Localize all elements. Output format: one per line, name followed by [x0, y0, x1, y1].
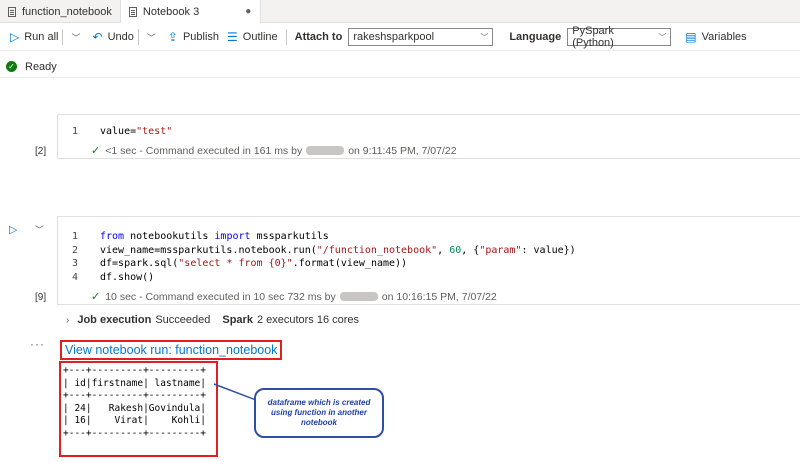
code-cell-1[interactable]: 1 value="test" ✓ <1 sec - Command execut… [57, 114, 800, 159]
attach-to-group: Attach to rakeshsparkpool ﹀ [291, 26, 498, 48]
execution-time: on 9:11:45 PM, 7/07/22 [348, 144, 457, 157]
line-number: 4 [71, 271, 78, 283]
spark-label: Spark [222, 314, 253, 326]
code-line: 3 df=spark.sql("select * from {0}".forma… [58, 257, 800, 271]
notebook-run-link[interactable]: View notebook run: function_notebook [60, 340, 283, 360]
check-icon: ✓ [91, 291, 101, 303]
publish-button[interactable]: ⇪ Publish [164, 26, 223, 48]
undo-button[interactable]: ↶ Undo ﹀ [89, 26, 164, 48]
code-line: 2 view_name=mssparkutils.notebook.run("/… [58, 244, 800, 258]
spark-info: 2 executors 16 cores [256, 314, 360, 326]
language-value: PySpark (Python) [572, 25, 614, 49]
run-cell-icon[interactable]: ▷ [9, 223, 17, 236]
unsaved-dot-icon[interactable]: ● [245, 6, 251, 17]
toolbar: ▷ Run all ﹀ ↶ Undo ﹀ ⇪ Publish ☰ Outline… [0, 24, 800, 51]
notebook-icon [128, 6, 137, 17]
code-line: 1 value="test" [58, 125, 800, 139]
outline-button[interactable]: ☰ Outline [223, 26, 282, 48]
publish-label: Publish [182, 31, 220, 43]
line-number: 2 [71, 244, 78, 256]
undo-icon: ↶ [92, 30, 103, 44]
divider [285, 29, 287, 45]
run-all-button[interactable]: ▷ Run all ﹀ [6, 26, 89, 48]
execution-count: [2] [35, 146, 47, 157]
language-group: Language PySpark (Python) ﹀ [505, 25, 675, 49]
play-icon: ▷ [10, 30, 20, 44]
redacted-user [339, 292, 378, 301]
chevron-right-icon: › [66, 314, 70, 326]
notebook-icon [8, 6, 16, 17]
tab-label: function_notebook [22, 5, 112, 18]
status-text: Ready [25, 60, 57, 73]
code-line: 4 df.show() [58, 271, 800, 285]
divider [62, 29, 64, 45]
status-bar: ✓ Ready [0, 56, 800, 78]
code-text: df.show() [100, 271, 155, 283]
execution-count: [9] [35, 292, 47, 303]
tab-function-notebook[interactable]: function_notebook [0, 0, 121, 23]
tab-label: Notebook 3 [142, 5, 200, 18]
outline-icon: ☰ [227, 30, 238, 44]
annotation-callout: dataframe which is created using functio… [254, 388, 384, 438]
variables-icon: ▤ [685, 30, 697, 44]
dataframe-output: +---+---------+---------+ | id|firstname… [59, 361, 218, 457]
line-number: 3 [71, 258, 78, 270]
tab-notebook-3[interactable]: Notebook 3 ● [120, 0, 261, 24]
language-select[interactable]: PySpark (Python) ﹀ [567, 25, 672, 49]
divider [137, 29, 139, 45]
code-cell-2[interactable]: 1 from notebookutils import mssparkutils… [57, 216, 800, 305]
check-icon: ✓ [91, 145, 101, 157]
execution-time: on 10:16:15 PM, 7/07/22 [381, 290, 497, 303]
execution-info: ✓ 10 sec - Command executed in 10 sec 73… [91, 290, 497, 304]
more-options-icon[interactable]: ··· [30, 337, 45, 351]
check-circle-icon: ✓ [6, 61, 17, 72]
variables-label: Variables [701, 31, 747, 43]
line-number: 1 [71, 231, 78, 243]
line-number: 1 [71, 126, 78, 138]
job-status: Succeeded [155, 314, 211, 326]
code-text: df=spark.sql("select * from {0}".format(… [100, 258, 408, 270]
chevron-down-icon[interactable]: ﹀ [71, 31, 80, 44]
chevron-down-icon[interactable]: ﹀ [35, 223, 44, 236]
code-line: 1 from notebookutils import mssparkutils [58, 230, 800, 244]
attach-to-value: rakeshsparkpool [353, 31, 435, 43]
execution-text: <1 sec - Command executed in 161 ms by [105, 144, 303, 157]
publish-icon: ⇪ [167, 30, 178, 44]
tab-bar: function_notebook Notebook 3 ● [0, 0, 800, 24]
execution-text: 10 sec - Command executed in 10 sec 732 … [105, 290, 336, 303]
undo-label: Undo [107, 31, 134, 43]
callout-pointer [213, 383, 257, 401]
chevron-down-icon: ﹀ [480, 32, 489, 42]
chevron-down-icon[interactable]: ﹀ [147, 31, 156, 44]
attach-to-select[interactable]: rakeshsparkpool ﹀ [348, 28, 494, 46]
redacted-user [306, 146, 345, 155]
code-text: from notebookutils import mssparkutils [100, 231, 329, 243]
job-execution-label: Job execution [77, 314, 152, 326]
outline-label: Outline [242, 31, 278, 43]
language-label: Language [509, 31, 562, 43]
code-text: view_name=mssparkutils.notebook.run("/fu… [100, 244, 576, 256]
code-text: value="test" [100, 126, 173, 138]
run-all-label: Run all [24, 31, 59, 43]
attach-to-label: Attach to [294, 31, 343, 43]
execution-info: ✓ <1 sec - Command executed in 161 ms by… [91, 144, 457, 158]
job-execution-row[interactable]: › Job execution Succeeded Spark 2 execut… [66, 314, 359, 326]
chevron-down-icon: ﹀ [658, 32, 667, 42]
variables-button[interactable]: ▤ Variables [681, 26, 750, 48]
